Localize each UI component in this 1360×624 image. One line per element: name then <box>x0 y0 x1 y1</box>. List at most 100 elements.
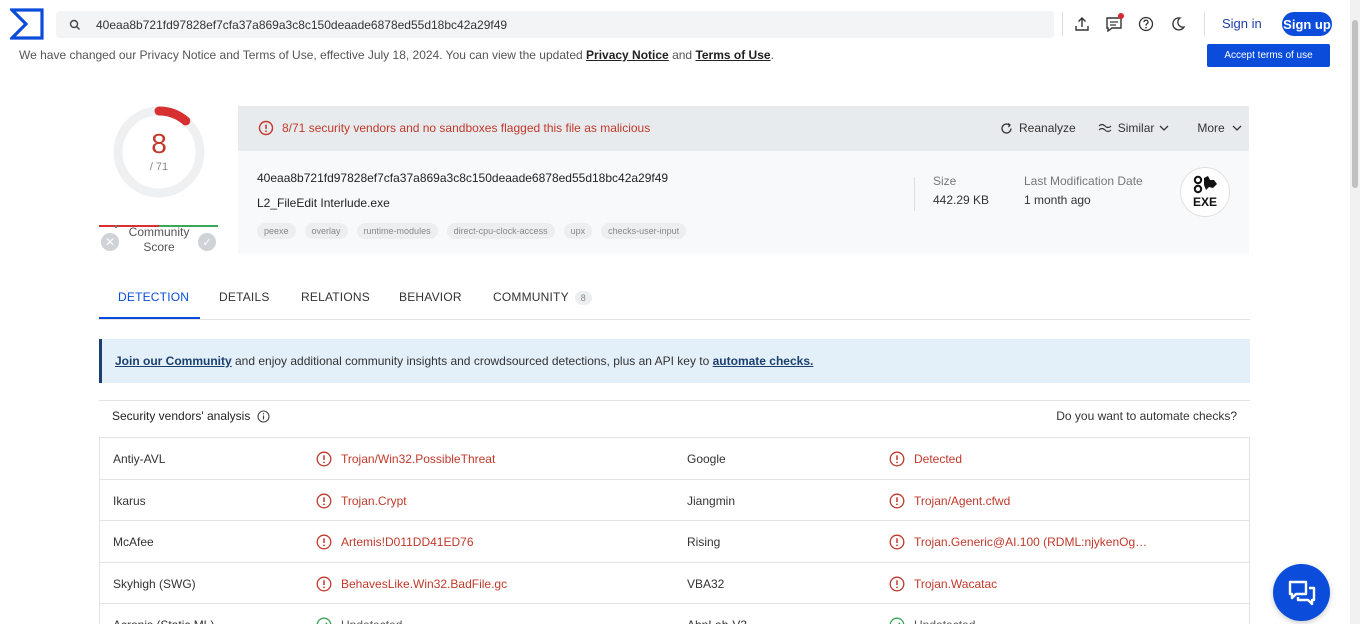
vendor-name: Antiy-AVL <box>113 452 166 466</box>
tag-list: peexe overlay runtime-modules direct-cpu-cl… <box>257 223 695 239</box>
vendor-name: Skyhigh (SWG) <box>113 576 196 591</box>
vendors-header: Security vendors' analysis Do you want t… <box>99 400 1250 433</box>
community-score-bar <box>99 215 218 228</box>
vendors-table: Antiy-AVL Trojan/Win32.PossibleThreat Goog… <box>99 437 1250 624</box>
tab-bar: DETECTION DETAILS RELATIONS BEHAVIOR COM… <box>99 280 1250 320</box>
chevron-down-icon <box>1159 125 1169 131</box>
downvote-icon[interactable]: ✕ <box>101 233 119 251</box>
info-icon[interactable] <box>257 409 270 423</box>
file-summary-body: 40eaa8b721fd97828ef7cfa37a869a3c8c150dea… <box>238 151 1249 254</box>
upvote-check-icon[interactable]: ✓ <box>198 233 216 251</box>
file-hash[interactable]: 40eaa8b721fd97828ef7cfa37a869a3c8c150dea… <box>257 171 668 185</box>
size-value: 442.29 KB <box>933 193 990 207</box>
detection-count: 8 <box>151 128 167 159</box>
file-tag[interactable]: runtime-modules <box>356 223 438 239</box>
community-score-label: Community Score <box>128 225 190 254</box>
check-circle-icon <box>316 617 332 624</box>
tab-community[interactable]: COMMUNITY 8 <box>493 290 593 305</box>
alert-circle-icon <box>316 451 332 467</box>
privacy-notice-link[interactable]: Privacy Notice <box>586 48 669 62</box>
tab-relations[interactable]: RELATIONS <box>301 290 370 304</box>
vendor-name: AhnLab-V3 <box>687 618 747 624</box>
vendor-name: Acronis (Static ML) <box>113 618 214 624</box>
vendor-name: Jiangmin <box>687 493 736 508</box>
tab-behavior[interactable]: BEHAVIOR <box>399 290 462 304</box>
alert-circle-icon <box>889 451 905 467</box>
file-tag[interactable]: peexe <box>257 223 296 239</box>
detection-total: / 71 <box>149 161 169 173</box>
more-dropdown[interactable]: More <box>1197 121 1247 135</box>
toolbar-divider <box>1062 12 1063 36</box>
automate-checks-question[interactable]: Do you want to automate checks? <box>1056 409 1237 423</box>
reanalyze-button[interactable]: Reanalyze <box>1000 121 1076 135</box>
dark-mode-moon-icon[interactable] <box>1162 12 1194 36</box>
sign-up-button[interactable]: Sign up <box>1282 12 1332 36</box>
automate-checks-link[interactable]: automate checks. <box>713 354 814 368</box>
file-tag[interactable]: overlay <box>304 223 348 239</box>
file-tag[interactable]: upx <box>563 223 593 239</box>
check-circle-icon <box>889 617 905 624</box>
vendor-name: VBA32 <box>687 576 725 591</box>
alert-circle-icon <box>316 576 332 591</box>
vendor-result: Detected <box>889 451 962 467</box>
terms-of-use-link[interactable]: Terms of Use <box>695 48 770 62</box>
community-count-badge: 8 <box>574 291 593 305</box>
notification-dot <box>1118 13 1124 19</box>
community-banner: Join our Community and enjoy additional … <box>99 339 1250 383</box>
vendor-row: Skyhigh (SWG) BehavesLike.Win32.BadFile.g… <box>100 563 1249 604</box>
file-tag[interactable]: checks-user-input <box>601 223 687 239</box>
chat-bubbles-icon <box>1288 580 1315 605</box>
active-tab-indicator <box>99 317 200 319</box>
file-tag[interactable]: direct-cpu-clock-access <box>446 223 555 239</box>
vendor-result: BehavesLike.Win32.BadFile.gc <box>316 576 507 592</box>
vendor-name: Google <box>687 452 726 466</box>
vendor-result: Trojan.Wacatac <box>889 576 997 592</box>
similar-dropdown[interactable]: Similar <box>1098 121 1176 135</box>
malicious-alert: 8/71 security vendors and no sandboxes f… <box>258 120 650 136</box>
vendor-result: Trojan.Generic@AI.100 (RDML:njykenOg… <box>889 534 1147 550</box>
help-icon[interactable] <box>1130 12 1162 36</box>
vendor-result: Trojan.Crypt <box>316 493 407 509</box>
file-name: L2_FileEdit Interlude.exe <box>257 196 390 210</box>
alert-circle-icon <box>889 576 905 591</box>
chat-notification-icon[interactable] <box>1098 12 1130 36</box>
exe-filetype-icon: EXE <box>1180 167 1230 217</box>
join-community-link[interactable]: Join our Community <box>115 354 232 368</box>
chevron-down-icon <box>1232 125 1242 131</box>
search-input[interactable] <box>90 17 990 32</box>
scrollbar[interactable] <box>1350 0 1360 624</box>
tab-detection[interactable]: DETECTION <box>118 290 189 304</box>
vendor-name: Rising <box>687 535 721 549</box>
similar-icon <box>1098 123 1112 133</box>
terms-notice-bar: We have changed our Privacy Notice and T… <box>0 44 1350 66</box>
upload-icon[interactable] <box>1066 12 1098 36</box>
vendor-row: Acronis (Static ML) Undetected AhnLab-V3 Un… <box>100 604 1249 624</box>
alert-circle-icon <box>258 120 274 136</box>
meta-divider <box>914 177 915 211</box>
virustotal-logo-icon[interactable] <box>8 8 44 40</box>
notice-text: We have changed our Privacy Notice and T… <box>19 48 774 62</box>
vendor-result: Trojan/Win32.PossibleThreat <box>316 451 495 467</box>
search-bar[interactable] <box>56 11 1054 38</box>
vendor-result: Trojan/Agent.cfwd <box>889 493 1010 509</box>
search-icon <box>60 19 90 31</box>
sign-in-link[interactable]: Sign in <box>1222 16 1262 31</box>
vendor-name: Ikarus <box>113 493 146 508</box>
vendor-result: Undetected <box>316 617 402 624</box>
size-label: Size <box>933 174 957 188</box>
vendor-row: McAfee Artemis!D011DD41ED76 Rising Trojan.G… <box>100 521 1249 563</box>
vendor-name: McAfee <box>113 535 154 549</box>
chat-support-button[interactable] <box>1273 564 1330 621</box>
alert-circle-icon <box>316 493 332 508</box>
vendor-row: Antiy-AVL Trojan/Win32.PossibleThreat Goog… <box>100 438 1249 480</box>
accept-terms-button[interactable]: Accept terms of use <box>1207 44 1330 67</box>
alert-circle-icon <box>316 534 332 550</box>
refresh-icon <box>1001 122 1012 134</box>
alert-circle-icon <box>889 534 905 550</box>
toolbar-divider <box>1204 12 1205 36</box>
file-summary-header: 8/71 security vendors and no sandboxes f… <box>238 106 1249 151</box>
alert-circle-icon <box>889 493 905 508</box>
banner-text: Join our Community and enjoy additional … <box>115 354 814 368</box>
tab-details[interactable]: DETAILS <box>219 290 270 304</box>
scrollbar-thumb[interactable] <box>1352 20 1358 188</box>
